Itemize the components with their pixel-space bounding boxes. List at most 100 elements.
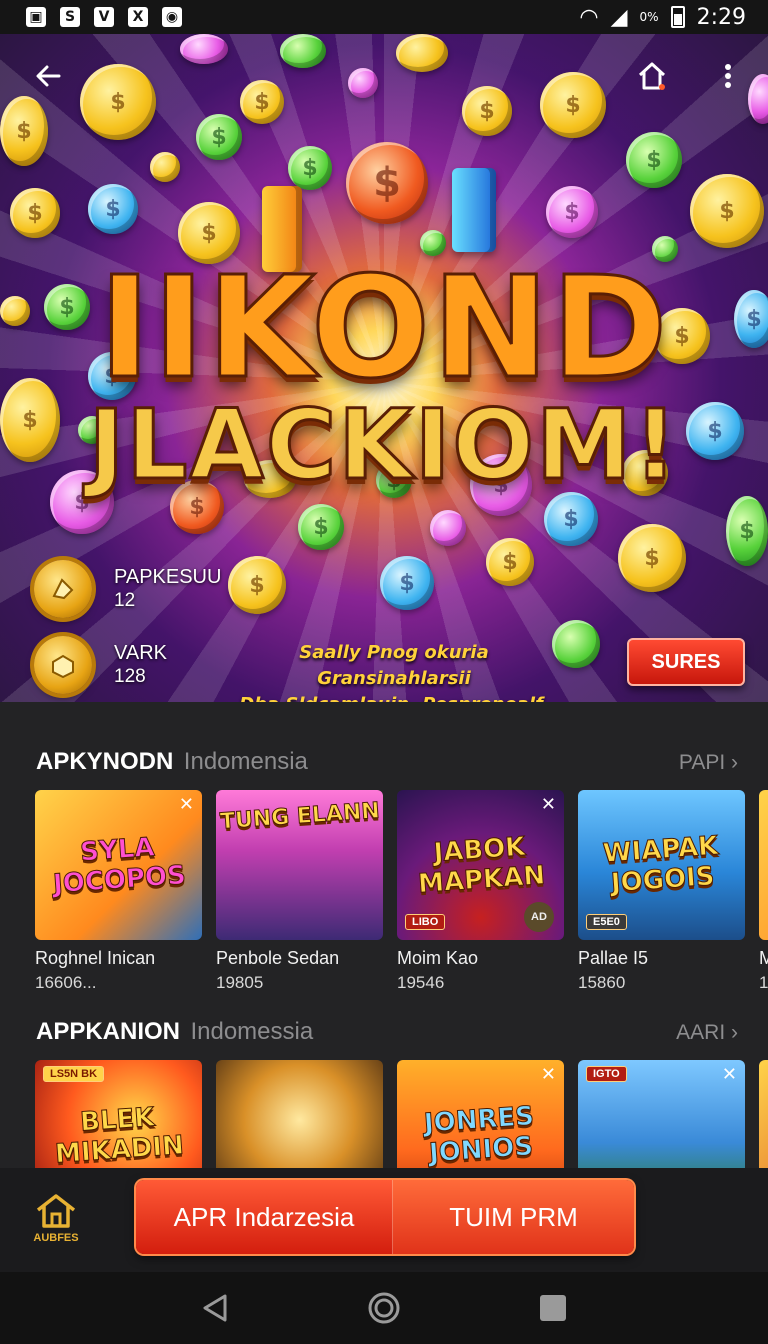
nav-recents-button[interactable] bbox=[533, 1288, 573, 1328]
game-card[interactable]: M 19 bbox=[759, 790, 768, 993]
primary-cta-button[interactable]: APR Indarzesia bbox=[136, 1180, 392, 1254]
coin-icon bbox=[396, 34, 448, 72]
section-subtitle: Indomensia bbox=[183, 748, 308, 775]
status-left-icons: ▣ S V X ◉ bbox=[26, 7, 182, 27]
coin-icon: $ bbox=[540, 72, 606, 138]
game-thumbnail: WIAPAK JOGOIS E5E0 bbox=[578, 790, 745, 940]
thumb-title: BLEK MIKADIN bbox=[54, 1102, 186, 1168]
stat-label: PAPKESUU bbox=[114, 566, 222, 588]
see-more-label: AARI bbox=[676, 1021, 726, 1044]
thumb-title: WIAPAK JOGOIS bbox=[601, 831, 720, 899]
section-title: APKYNODN bbox=[36, 748, 174, 775]
cta-group: APR Indarzesia TUIM PRM bbox=[136, 1180, 634, 1254]
back-arrow-icon bbox=[36, 65, 61, 87]
coin-icon: $ bbox=[690, 174, 764, 248]
card-subtitle: 16606... bbox=[35, 973, 97, 992]
game-thumbnail: JABOK MAPKAN ✕ LIBO AD bbox=[397, 790, 564, 940]
coin-icon: $ bbox=[346, 142, 428, 224]
promo-text: Saally Pnog okuria Gransinahlarsii Dba S… bbox=[224, 640, 564, 702]
see-more-label: PAPI bbox=[678, 751, 726, 774]
close-icon[interactable]: ✕ bbox=[179, 794, 194, 815]
coin-icon: $ bbox=[298, 504, 344, 550]
section-subtitle: Indomessia bbox=[190, 1018, 314, 1045]
close-icon[interactable]: ✕ bbox=[541, 1064, 556, 1085]
game-lists: APKYNODN Indomensia PAPI › SYLA JOCOPOS ✕… bbox=[0, 702, 768, 1168]
home-icon bbox=[36, 1194, 76, 1228]
card-title: Penbole Sedan bbox=[216, 948, 340, 968]
game-card[interactable]: SYLA JOCOPOS ✕ Roghnel Inican 16606... bbox=[35, 790, 202, 993]
game-card[interactable]: BLEK MIKADIN LS5N BK bbox=[35, 1060, 202, 1168]
level-tag: IGTO bbox=[586, 1066, 627, 1082]
home-tab[interactable]: AUBFES bbox=[24, 1192, 88, 1244]
trophy-badge-icon bbox=[34, 560, 92, 618]
see-more-link[interactable]: PAPI › bbox=[679, 751, 738, 775]
game-thumbnail bbox=[759, 790, 768, 940]
game-row: BLEK MIKADIN LS5N BK JONRES JONIOS ✕ IGTO … bbox=[35, 1060, 768, 1168]
game-thumbnail: JONRES JONIOS ✕ bbox=[397, 1060, 564, 1168]
ad-tag: AD bbox=[524, 902, 554, 932]
see-more-link[interactable]: AARI › bbox=[676, 1021, 738, 1045]
game-card[interactable]: JONRES JONIOS ✕ bbox=[397, 1060, 564, 1168]
game-card[interactable] bbox=[759, 1060, 768, 1168]
back-triangle-icon bbox=[203, 1294, 227, 1322]
promo-line: Dba Sldcamlauin. Pesnrenealf. bbox=[224, 692, 564, 702]
sures-button[interactable]: SURES bbox=[627, 638, 745, 686]
bottom-bar: AUBFES APR Indarzesia TUIM PRM bbox=[0, 1168, 768, 1272]
nav-home-button[interactable] bbox=[364, 1288, 404, 1328]
game-card[interactable]: TUNG ELANN Penbole Sedan 19805 bbox=[216, 790, 383, 993]
image-icon: ▣ bbox=[26, 7, 46, 27]
coin-icon: $ bbox=[0, 96, 48, 166]
section-header: APPKANION Indomessia AARI › bbox=[36, 1018, 738, 1046]
close-icon[interactable]: ✕ bbox=[541, 794, 556, 815]
system-nav-bar bbox=[0, 1272, 768, 1344]
game-icon: ◉ bbox=[162, 7, 182, 27]
game-card[interactable]: IGTO ✕ bbox=[578, 1060, 745, 1168]
coin-icon bbox=[280, 34, 326, 68]
home-shortcut-button[interactable] bbox=[630, 54, 674, 98]
section-title: APPKANION bbox=[36, 1018, 181, 1045]
secondary-cta-button[interactable]: TUIM PRM bbox=[392, 1180, 634, 1254]
game-card[interactable]: JABOK MAPKAN ✕ LIBO AD Moim Kao 19546 bbox=[397, 790, 564, 993]
thumb-title: TUNG ELANN bbox=[218, 798, 381, 835]
card-subtitle: 15860 bbox=[578, 973, 626, 992]
thumb-title: JONRES JONIOS bbox=[423, 1101, 536, 1168]
close-icon[interactable]: ✕ bbox=[722, 1064, 737, 1085]
coin-icon: $ bbox=[240, 80, 284, 124]
card-subtitle: 19805 bbox=[216, 973, 264, 992]
thumb-title: JABOK MAPKAN bbox=[417, 831, 547, 900]
coin-icon bbox=[430, 510, 466, 546]
game-card[interactable]: WIAPAK JOGOIS E5E0 Pallae I5 15860 bbox=[578, 790, 745, 993]
coin-icon bbox=[150, 152, 180, 182]
crystal-bar-icon bbox=[452, 168, 496, 252]
card-title: Roghnel Inican bbox=[35, 948, 156, 968]
level-tag: E5E0 bbox=[586, 914, 627, 930]
section-header: APKYNODN Indomensia PAPI › bbox=[36, 748, 738, 776]
coin-icon bbox=[348, 68, 378, 98]
level-tag: LIBO bbox=[405, 914, 446, 930]
home-tab-label: AUBFES bbox=[33, 1232, 79, 1244]
home-icon bbox=[638, 62, 666, 90]
nav-back-button[interactable] bbox=[195, 1288, 235, 1328]
chest-badge-icon bbox=[34, 636, 92, 694]
coin-icon: $ bbox=[80, 64, 156, 140]
stat-item: PAPKESUU 12 bbox=[34, 560, 221, 618]
recents-square-icon bbox=[540, 1295, 567, 1321]
signal-icon: ◢ bbox=[610, 4, 628, 30]
hero-banner: $ $ $ $ $ $ $ $ $ $ $ $ $ $ $ $ $ $ $ $ … bbox=[0, 34, 768, 702]
level-tag: LS5N BK bbox=[43, 1066, 105, 1082]
battery-icon bbox=[670, 6, 685, 28]
coin-icon: $ bbox=[626, 132, 682, 188]
card-title: Pallae I5 bbox=[578, 948, 649, 968]
stat-label: VARK bbox=[114, 642, 167, 664]
game-row: SYLA JOCOPOS ✕ Roghnel Inican 16606... TU… bbox=[35, 790, 768, 993]
chevron-right-icon: › bbox=[725, 1021, 738, 1044]
coin-icon: $ bbox=[10, 188, 60, 238]
hero-title-line2: JLACKIOM! bbox=[87, 389, 680, 502]
back-button[interactable] bbox=[26, 54, 70, 98]
game-card[interactable] bbox=[216, 1060, 383, 1168]
coin-icon: $ bbox=[380, 556, 434, 610]
coin-icon: $ bbox=[288, 146, 332, 190]
home-circle-icon bbox=[368, 1292, 400, 1324]
more-menu-button[interactable] bbox=[706, 54, 750, 98]
clock: 2:29 bbox=[696, 4, 746, 30]
